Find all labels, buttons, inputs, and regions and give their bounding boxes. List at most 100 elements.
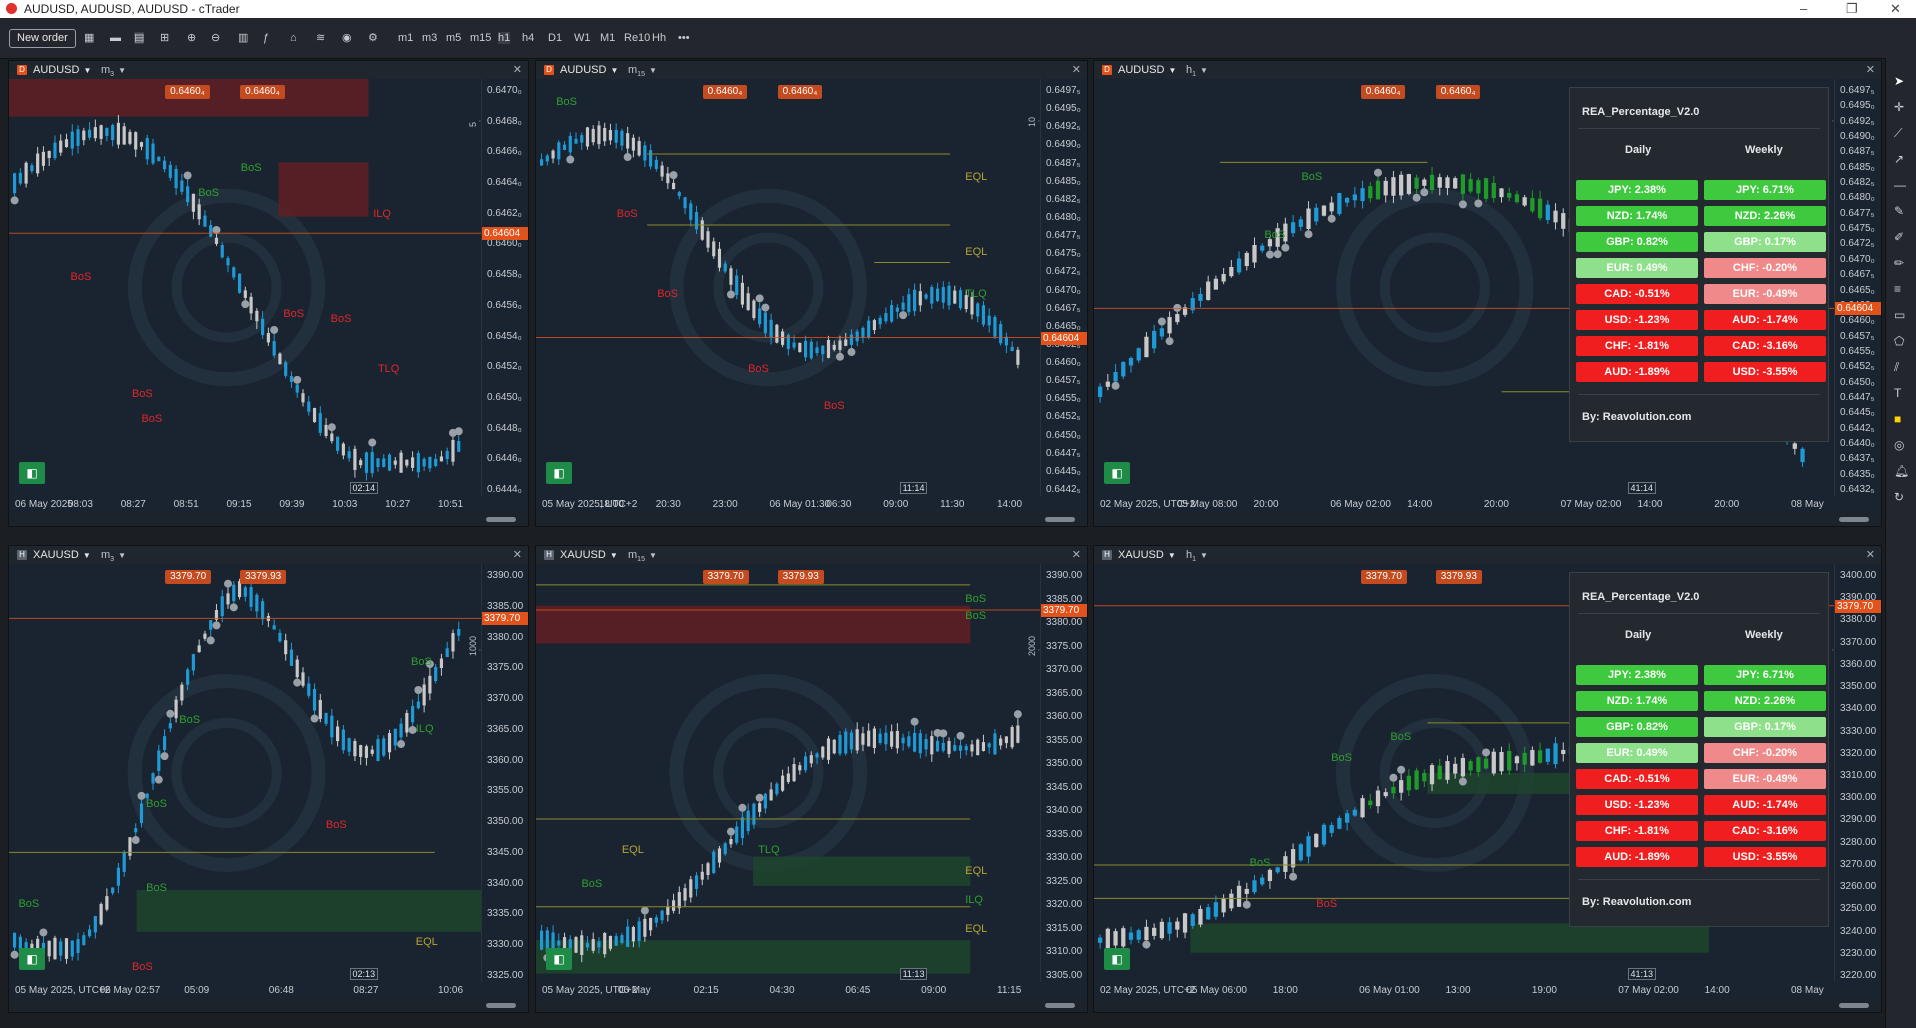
buy-price-button[interactable]: 3379.93	[240, 570, 287, 584]
time-axis[interactable]: 06 May 2025 08:03 08:27 08:51 09:15 09:39 10:0…	[9, 496, 482, 513]
close-chart-icon[interactable]: ✕	[1072, 546, 1081, 564]
tf-renko-button[interactable]: Re10	[624, 32, 650, 44]
tf-h4-button[interactable]: h4	[522, 32, 534, 44]
scrollbar-thumb[interactable]	[1045, 1003, 1075, 1008]
crosshair-tool-icon[interactable]: ✛	[1894, 100, 1904, 114]
time-axis[interactable]: 02 May 2025, UTC+2 05 May 06:00 18:00 06 Ma…	[1094, 982, 1835, 1012]
close-chart-icon[interactable]: ✕	[1866, 61, 1875, 79]
close-chart-icon[interactable]: ✕	[513, 546, 522, 564]
tf-w1-button[interactable]: W1	[574, 32, 591, 44]
chart-scrollbar[interactable]	[9, 513, 528, 526]
symbol-selector[interactable]: XAUUSD ▼	[1118, 546, 1176, 565]
minimize-button[interactable]: –	[1800, 1, 1807, 16]
scrollbar-thumb[interactable]	[1839, 517, 1869, 522]
time-axis[interactable]: 05 May 2025, UTC+2 06 May 02:57 05:09 06:48…	[9, 982, 482, 999]
zoom-out-icon[interactable]: ⊖	[211, 32, 220, 44]
chart-plot-area[interactable]: BoS BoS BoS BoS BoS BoS BoS ILQ EQL 3379.70 3379.9…	[9, 564, 482, 982]
symbol-selector[interactable]: AUDUSD ▼	[33, 61, 91, 80]
chart-type-icon[interactable]: ⊞	[160, 32, 169, 44]
chart-plot-area[interactable]: BoS BoS BoS BoS BoS EQL EQL TLQ 0.6460₄ 0.6460₄ ◧ 1…	[536, 79, 1041, 496]
trading-bot-icon[interactable]: ◧	[546, 462, 572, 484]
buy-price-button[interactable]: 0.6460₄	[240, 85, 285, 99]
new-order-button[interactable]: New order	[9, 29, 76, 48]
highlight-tool-icon[interactable]: ■	[1894, 412, 1901, 426]
tf-m5-button[interactable]: m5	[446, 32, 461, 44]
layers-icon[interactable]: ≋	[316, 32, 325, 44]
price-axis[interactable]: 3390.00 3385.00 3380.00 3375.00 3370.00 3365.…	[481, 564, 528, 982]
tf-m1-button[interactable]: m1	[398, 32, 413, 44]
scrollbar-thumb[interactable]	[1839, 1003, 1869, 1008]
chart-window-4[interactable]: H XAUUSD ▼ m3 ▼ ✕ BoS BoS BoS BoS BoS BoS BoS ILQ EQL 3…	[8, 545, 529, 1013]
trading-bot-icon[interactable]: ◧	[1104, 462, 1130, 484]
time-axis[interactable]: 05 May 2025, UTC+2 18:00 20:30 23:00 06 May …	[536, 496, 1041, 513]
tf-m3-button[interactable]: m3	[422, 32, 437, 44]
price-axis[interactable]: 0.6497₅ 0.6495₀ 0.6492₅ 0.6490₀ 0.6487₅ 0.648…	[1040, 79, 1087, 496]
eye-icon[interactable]: ◉	[342, 32, 352, 44]
camera-tool-icon[interactable]: ◎	[1894, 438, 1904, 452]
layout-split-icon[interactable]: ▤	[134, 32, 145, 44]
trading-bot-icon[interactable]: ◧	[19, 948, 45, 970]
candles-icon[interactable]: ▥	[238, 32, 248, 44]
close-chart-icon[interactable]: ✕	[513, 61, 522, 79]
chart-plot-area[interactable]: EQL TLQ BoS BoS BoS EQL ILQ EQL 3379.70 3379.93 ◧ 2…	[536, 564, 1041, 982]
text-tool-icon[interactable]: T	[1894, 386, 1901, 400]
sell-price-button[interactable]: 0.6460₄	[1360, 85, 1406, 99]
chart-window-2[interactable]: D AUDUSD ▼ m15 ▼ ✕ BoS BoS BoS BoS BoS EQL EQL TLQ 0.6…	[535, 60, 1088, 527]
scrollbar-thumb[interactable]	[1045, 517, 1075, 522]
alert-tool-icon[interactable]: 🔔︎	[1894, 464, 1909, 478]
chart-scrollbar[interactable]	[536, 999, 1087, 1012]
trading-bot-icon[interactable]: ◧	[546, 948, 572, 970]
shape-tool-icon[interactable]: ⬠	[1894, 334, 1904, 348]
close-window-button[interactable]: ✕	[1890, 1, 1901, 17]
chart-window-1[interactable]: D AUDUSD ▼ m3 ▼ ✕ BoS BoS ILQ BoS BoS BoS BoS BoS TLQ 0…	[8, 60, 529, 527]
price-axis[interactable]: 0.6470₀ 0.6468₀ 0.6466₀ 0.6464₀ 0.6462₀ 0.646…	[481, 79, 528, 496]
bots-icon[interactable]: ⌂	[290, 32, 297, 44]
fibonacci-tool-icon[interactable]: ≡	[1894, 282, 1901, 296]
buy-price-button[interactable]: 0.6460₄	[777, 85, 823, 99]
sell-price-button[interactable]: 3379.70	[702, 570, 749, 584]
sell-price-button[interactable]: 0.6460₄	[165, 85, 210, 99]
price-axis[interactable]: 3400.00 3390.00 3380.00 3370.00 3360.00 3350.…	[1834, 564, 1881, 982]
history-tool-icon[interactable]: ↻	[1894, 490, 1904, 504]
chart-scrollbar[interactable]	[1094, 999, 1881, 1012]
trading-bot-icon[interactable]: ◧	[1104, 948, 1130, 970]
channel-tool-icon[interactable]: ⫽	[1894, 360, 1899, 375]
chart-scrollbar[interactable]	[536, 513, 1087, 526]
layout-single-icon[interactable]: ▬	[110, 32, 121, 44]
chart-window-5[interactable]: H XAUUSD ▼ m15 ▼ ✕ EQL TLQ BoS BoS BoS EQL ILQ EQL 337…	[535, 545, 1088, 1013]
sell-price-button[interactable]: 3379.70	[165, 570, 212, 584]
close-chart-icon[interactable]: ✕	[1866, 546, 1875, 564]
indicators-icon[interactable]: ƒ	[263, 32, 269, 44]
maximize-button[interactable]: ❐	[1846, 1, 1858, 17]
chart-window-3[interactable]: DAUDUSD▼h1▼✕BoSBoSBoSTLQILQ0.6460₄0.6460…	[1093, 60, 1882, 527]
symbol-selector[interactable]: AUDUSD ▼	[560, 61, 618, 80]
sell-price-button[interactable]: 3379.70	[1360, 570, 1407, 584]
buy-price-button[interactable]: 3379.93	[777, 570, 824, 584]
symbol-selector[interactable]: XAUUSD ▼	[33, 546, 91, 565]
pen-tool-icon[interactable]: ✎	[1894, 204, 1904, 218]
zoom-in-icon[interactable]: ⊕	[187, 32, 196, 44]
chart-scrollbar[interactable]	[9, 999, 528, 1012]
tf-h1-button[interactable]: h1	[498, 32, 511, 44]
tf-heikin-button[interactable]: Hh	[652, 32, 666, 44]
scrollbar-thumb[interactable]	[486, 517, 516, 522]
chart-scrollbar[interactable]	[1094, 513, 1881, 526]
more-options-button[interactable]: •••	[678, 32, 690, 44]
buy-price-button[interactable]: 0.6460₄	[1435, 85, 1481, 99]
tf-mn1-button[interactable]: M1	[600, 32, 615, 44]
price-axis[interactable]: 0.6497₅ 0.6495₀ 0.6492₅ 0.6490₀ 0.6487₅ 0.648…	[1834, 79, 1881, 496]
cursor-tool-icon[interactable]: ➤	[1894, 74, 1904, 88]
symbol-selector[interactable]: XAUUSD ▼	[560, 546, 618, 565]
tf-m15-button[interactable]: m15	[470, 32, 491, 44]
ray-tool-icon[interactable]: ↗	[1894, 152, 1904, 166]
scrollbar-thumb[interactable]	[486, 1003, 516, 1008]
trendline-tool-icon[interactable]: ⟋	[1894, 126, 1902, 141]
symbol-selector[interactable]: AUDUSD ▼	[1118, 61, 1176, 80]
buy-price-button[interactable]: 3379.93	[1435, 570, 1482, 584]
tf-d1-button[interactable]: D1	[548, 32, 562, 44]
chart-window-6[interactable]: HXAUUSD▼h1▼✕TLQBoSBoSBoSBoSEQLILQEQLEQLE…	[1093, 545, 1882, 1013]
layout-grid-icon[interactable]: ▦	[84, 32, 94, 44]
rectangle-tool-icon[interactable]: ▭	[1894, 308, 1905, 322]
trading-bot-icon[interactable]: ◧	[19, 462, 45, 484]
pencil-tool-icon[interactable]: ✏	[1894, 256, 1904, 270]
